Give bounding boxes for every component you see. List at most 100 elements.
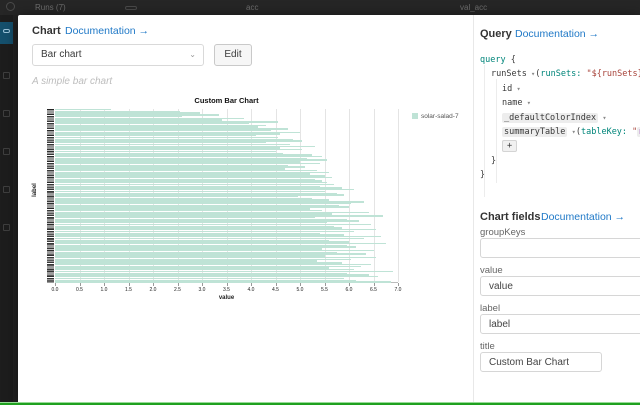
dropdown-arrow-icon[interactable]: ▾ — [527, 70, 535, 78]
tick-mark — [202, 283, 203, 286]
cloud-icon — [3, 29, 10, 33]
sidebar-reports-icon[interactable] — [3, 186, 10, 193]
tick-mark — [325, 283, 326, 286]
code-token: "${runSets}" — [581, 69, 640, 79]
sidebar-artifacts-icon[interactable] — [3, 224, 10, 231]
tick-mark — [374, 283, 375, 286]
tick-mark — [251, 283, 252, 286]
tick-mark — [349, 283, 350, 286]
tick-mark — [276, 283, 277, 286]
column-header-val-acc: val_acc — [460, 3, 487, 12]
code-token: query — [480, 55, 511, 65]
tick-label: 6.5 — [364, 287, 384, 293]
fields-doc-link[interactable]: Documentation → — [541, 211, 625, 223]
dropdown-arrow-icon[interactable]: ▾ — [567, 128, 575, 136]
tick-mark — [80, 283, 81, 286]
groupkeys-input[interactable] — [480, 238, 640, 258]
tick-label: 4.5 — [266, 287, 286, 293]
x-axis-label: value — [55, 295, 398, 301]
tick-label: 7.0 — [388, 287, 408, 293]
chart-title: Custom Bar Chart — [55, 96, 398, 105]
sidebar-item-active[interactable] — [0, 22, 13, 44]
tick-mark — [178, 283, 179, 286]
code-line: + — [480, 139, 640, 153]
code-token: runSets — [491, 69, 527, 79]
tick-label: 0.5 — [70, 287, 90, 293]
sidebar-sweeps-icon[interactable] — [3, 148, 10, 155]
legend-label: solar-salad-7 — [421, 113, 459, 120]
chart-type-selected-value: Bar chart — [41, 49, 82, 60]
field-label-title: title — [480, 341, 495, 352]
value-input[interactable] — [480, 276, 640, 296]
bar-chart-plot-area — [55, 109, 398, 283]
sidebar-charts-icon[interactable] — [3, 110, 10, 117]
chart-description: A simple bar chart — [32, 76, 112, 87]
nav-sidebar — [0, 15, 13, 403]
field-label-groupkeys: groupKeys — [480, 227, 525, 238]
title-input[interactable] — [480, 352, 602, 372]
chart-doc-link[interactable]: Documentation → — [65, 25, 149, 37]
tick-label: 5.5 — [315, 287, 335, 293]
dropdown-arrow-icon[interactable]: ▾ — [522, 99, 530, 107]
tick-label: 3.0 — [192, 287, 212, 293]
tick-label: 3.5 — [217, 287, 237, 293]
query-code-editor[interactable]: query {runSets ▾(runSets: "${runSets}" ▾… — [480, 53, 640, 183]
field-label-value: value — [480, 265, 503, 276]
label-input[interactable] — [480, 314, 640, 334]
code-line: id ▾ — [480, 82, 640, 96]
code-line: summaryTable ▾(tableKey: "my_ba — [480, 125, 640, 139]
code-token: tableKey: — [581, 127, 627, 137]
tick-label: 4.0 — [241, 287, 261, 293]
query-panel-title: Query — [480, 28, 512, 40]
y-axis-label: label — [32, 183, 38, 197]
tick-mark — [129, 283, 130, 286]
chart-fields-title: Chart fields — [480, 211, 541, 223]
background-table-header: Runs (7) acc val_acc — [0, 0, 640, 15]
add-field-button[interactable]: + — [502, 140, 517, 152]
code-line: runSets ▾(runSets: "${runSets}" ▾ — [480, 67, 640, 81]
dropdown-arrow-icon[interactable]: ▾ — [512, 85, 520, 93]
code-token: " — [627, 127, 637, 137]
code-token: id — [502, 84, 512, 94]
dropdown-arrow-icon[interactable]: ▾ — [598, 114, 606, 122]
code-line: query { — [480, 53, 640, 67]
tick-mark — [153, 283, 154, 286]
code-line: _defaultColorIndex ▾ — [480, 111, 640, 125]
edit-button[interactable]: Edit — [214, 44, 252, 66]
tick-label: 1.5 — [119, 287, 139, 293]
indent-guide — [484, 65, 485, 197]
tick-mark — [300, 283, 301, 286]
chart-editor-modal: Chart Documentation → Bar chart ⌄ Edit A… — [18, 15, 640, 403]
gridline — [398, 109, 399, 282]
tick-label: 0.0 — [45, 287, 65, 293]
legend-swatch — [412, 113, 418, 119]
code-token[interactable]: summaryTable — [502, 127, 567, 137]
tick-mark — [227, 283, 228, 286]
tick-label: 6.0 — [339, 287, 359, 293]
chart-legend: solar-salad-7 — [412, 113, 459, 120]
chevron-down-icon: ⌄ — [189, 45, 196, 65]
y-axis-tick-labels — [47, 109, 54, 283]
query-doc-link[interactable]: Documentation → — [515, 28, 599, 40]
code-token[interactable]: _defaultColorIndex — [502, 113, 598, 123]
code-token: runSets: — [540, 69, 581, 79]
column-header-acc: acc — [246, 3, 258, 12]
panel-divider — [473, 15, 474, 403]
code-token: name — [502, 98, 522, 108]
sidebar-table-icon[interactable] — [3, 72, 10, 79]
indent-guide — [496, 79, 497, 183]
code-line: } — [480, 168, 640, 182]
chart-panel-title: Chart — [32, 25, 61, 37]
chart-type-select[interactable]: Bar chart ⌄ — [32, 44, 204, 66]
run-state-icon — [6, 2, 15, 11]
tick-label: 2.0 — [143, 287, 163, 293]
tick-mark — [104, 283, 105, 286]
tick-mark — [55, 283, 56, 286]
code-line: } — [480, 154, 640, 168]
code-token: { — [511, 55, 516, 65]
field-label-label: label — [480, 303, 500, 314]
tick-label: 5.0 — [290, 287, 310, 293]
tick-mark — [398, 283, 399, 286]
visibility-icon — [125, 6, 137, 10]
runs-count-label: Runs (7) — [35, 3, 66, 12]
